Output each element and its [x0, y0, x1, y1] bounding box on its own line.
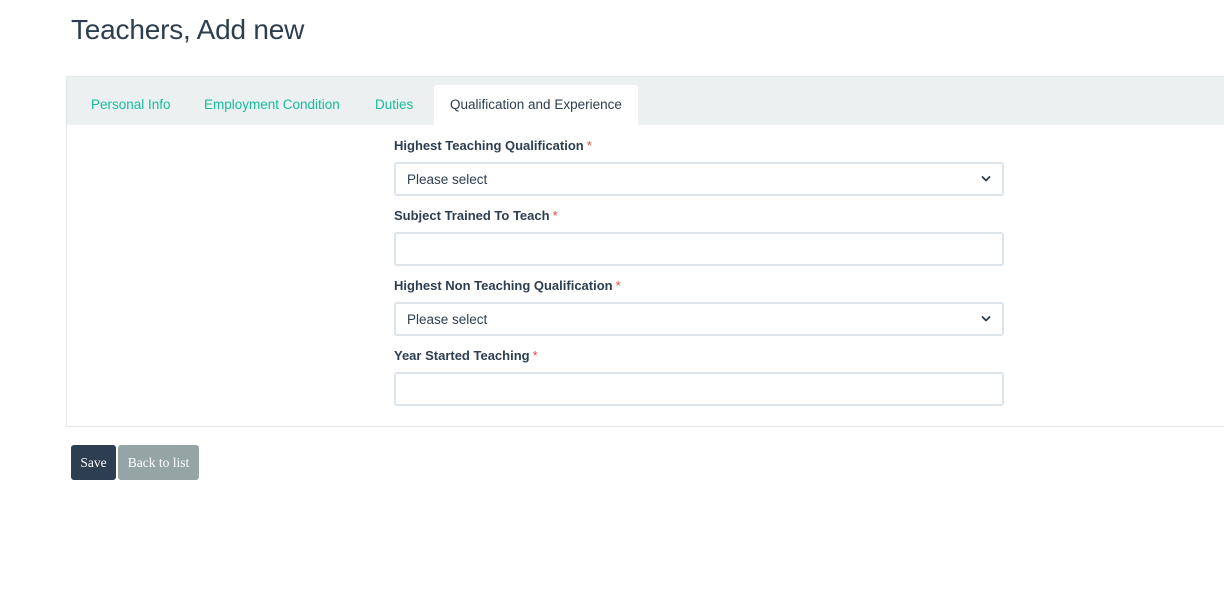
tab-bar: Personal Info Employment Condition Dutie… [67, 77, 1224, 125]
highest-teaching-qualification-label-text: Highest Teaching Qualification [394, 138, 584, 153]
highest-non-teaching-qualification-select[interactable]: Please select [394, 302, 1004, 336]
required-marker: * [586, 138, 592, 153]
tab-qualification-and-experience[interactable]: Qualification and Experience [434, 85, 638, 125]
form-group-highest-teaching-qualification: Highest Teaching Qualification * Please s… [394, 136, 1004, 196]
tab-duties[interactable]: Duties [375, 85, 413, 125]
chevron-down-icon [981, 176, 991, 182]
chevron-down-icon [981, 316, 991, 322]
highest-teaching-qualification-label: Highest Teaching Qualification * [394, 136, 1004, 156]
required-marker: * [532, 348, 538, 363]
page-title: Teachers, Add new [71, 14, 305, 45]
highest-non-teaching-qualification-label: Highest Non Teaching Qualification * [394, 276, 1004, 296]
highest-teaching-qualification-selected: Please select [407, 171, 488, 187]
highest-non-teaching-qualification-label-text: Highest Non Teaching Qualification [394, 278, 613, 293]
subject-trained-to-teach-label: Subject Trained To Teach * [394, 206, 1004, 226]
form-group-year-started-teaching: Year Started Teaching * [394, 346, 1004, 406]
required-marker: * [615, 278, 621, 293]
back-to-list-button[interactable]: Back to list [118, 445, 199, 480]
form-group-subject-trained-to-teach: Subject Trained To Teach * [394, 206, 1004, 266]
subject-trained-to-teach-input[interactable] [394, 232, 1004, 266]
subject-trained-to-teach-label-text: Subject Trained To Teach [394, 208, 550, 223]
required-marker: * [552, 208, 558, 223]
form-group-highest-non-teaching-qualification: Highest Non Teaching Qualification * Plea… [394, 276, 1004, 336]
year-started-teaching-input[interactable] [394, 372, 1004, 406]
highest-teaching-qualification-select[interactable]: Please select [394, 162, 1004, 196]
year-started-teaching-label-text: Year Started Teaching [394, 348, 530, 363]
year-started-teaching-label: Year Started Teaching * [394, 346, 1004, 366]
form-panel: Personal Info Employment Condition Dutie… [66, 76, 1224, 427]
tab-personal-info[interactable]: Personal Info [91, 85, 171, 125]
save-button[interactable]: Save [71, 445, 116, 480]
highest-non-teaching-qualification-selected: Please select [407, 311, 488, 327]
tab-employment-condition[interactable]: Employment Condition [204, 85, 340, 125]
